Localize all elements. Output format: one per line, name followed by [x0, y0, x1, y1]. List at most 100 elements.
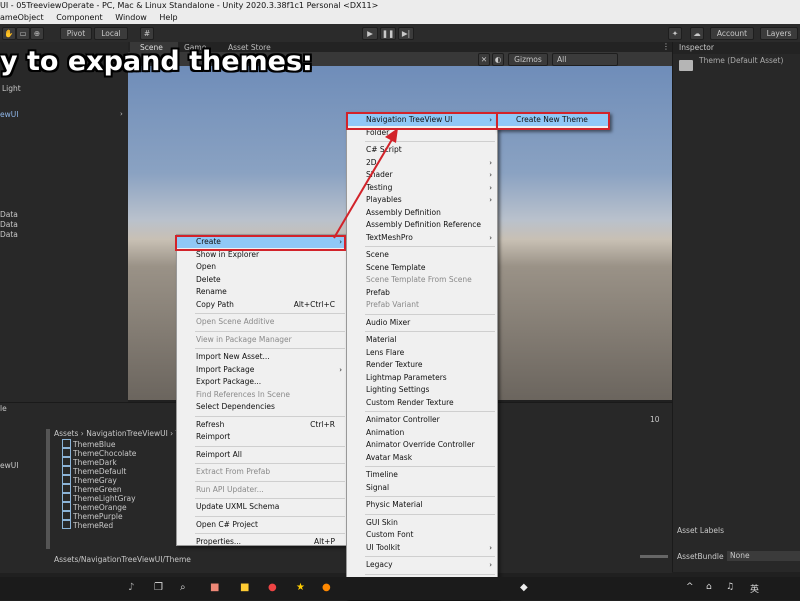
menu-item[interactable]: C# Script — [347, 144, 497, 156]
menu-item[interactable]: 2D › — [347, 157, 497, 169]
menu-item[interactable]: Refresh Ctrl+R — [177, 419, 347, 431]
volume-icon[interactable]: ♫ — [726, 582, 734, 592]
menu-item-label: Rename — [196, 287, 227, 296]
draw-mode-icon[interactable]: ◐ — [492, 53, 504, 66]
menu-help[interactable]: Help — [159, 13, 177, 22]
firefox-icon[interactable]: ● — [322, 582, 331, 593]
more-options-icon[interactable]: ⋮ — [662, 42, 670, 51]
menu-item[interactable]: Assembly Definition — [347, 207, 497, 219]
project-scrollbar[interactable] — [46, 429, 50, 549]
step-icon[interactable]: ▶| — [398, 27, 414, 40]
scene-search-input[interactable]: All — [552, 53, 618, 66]
menu-item[interactable]: Properties... Alt+P — [177, 536, 347, 548]
hierarchy-item[interactable]: ewUI — [0, 110, 18, 119]
microphone-icon[interactable]: ♪ — [128, 582, 134, 593]
hierarchy-item[interactable]: Light — [2, 84, 21, 93]
menu-item[interactable]: Reimport — [177, 431, 347, 443]
collab-icon[interactable]: ✦ — [668, 27, 682, 40]
menu-item[interactable]: GUI Skin — [347, 517, 497, 529]
menu-item[interactable]: Testing › — [347, 182, 497, 194]
hierarchy-item[interactable]: Data — [0, 220, 18, 229]
menu-item[interactable]: Copy Path Alt+Ctrl+C — [177, 299, 347, 311]
hand-tool-icon[interactable]: ✋ — [2, 27, 16, 40]
menu-item[interactable]: Open — [177, 261, 347, 273]
grid-snap-icon[interactable]: # — [140, 27, 154, 40]
pause-icon[interactable]: ❚❚ — [380, 27, 396, 40]
menu-window[interactable]: Window — [115, 13, 147, 22]
hierarchy-item[interactable]: Data — [0, 210, 18, 219]
menu-item[interactable]: Prefab — [347, 287, 497, 299]
menu-item[interactable]: Rename — [177, 286, 347, 298]
menu-item-label: Physic Material — [366, 500, 423, 509]
asset-bundle-dropdown[interactable]: None — [727, 551, 800, 561]
menu-item[interactable]: Playables › — [347, 194, 497, 206]
menu-item[interactable]: Audio Mixer — [347, 317, 497, 329]
app-icon[interactable]: ■ — [210, 582, 219, 593]
project-tab[interactable]: le — [0, 404, 7, 413]
breadcrumb-item[interactable]: NavigationTreeViewUI — [86, 429, 168, 438]
layers-dropdown[interactable]: Layers — [760, 27, 798, 40]
hierarchy-item[interactable]: Data — [0, 230, 18, 239]
menu-item[interactable]: Export Package... — [177, 376, 347, 388]
menu-item[interactable]: Delete — [177, 274, 347, 286]
menu-item[interactable]: Update UXML Schema — [177, 501, 347, 513]
menu-gameobject[interactable]: ameObject — [0, 13, 44, 22]
menu-item[interactable]: Custom Font — [347, 529, 497, 541]
menu-item[interactable]: Timeline — [347, 469, 497, 481]
menu-item[interactable]: Material — [347, 334, 497, 346]
account-dropdown[interactable]: Account — [710, 27, 754, 40]
tab-inspector[interactable]: Inspector — [679, 43, 714, 52]
zoom-slider[interactable] — [640, 555, 668, 558]
menu-item-label: Testing — [366, 182, 393, 192]
menu-item[interactable]: Custom Render Texture — [347, 397, 497, 409]
menu-item-label: Shader — [366, 170, 393, 179]
menu-item[interactable]: Select Dependencies — [177, 401, 347, 413]
pivot-button[interactable]: Pivot — [60, 27, 92, 40]
menu-item[interactable]: Lightmap Parameters — [347, 372, 497, 384]
task-view-icon[interactable]: ❐ — [154, 582, 163, 593]
menu-item[interactable]: Assembly Definition Reference — [347, 219, 497, 231]
menu-item[interactable]: Scene — [347, 249, 497, 261]
app-icon[interactable]: ■ — [240, 582, 249, 593]
menu-item[interactable]: Scene Template — [347, 262, 497, 274]
menu-item[interactable]: Open C# Project — [177, 519, 347, 531]
play-icon[interactable]: ▶ — [362, 27, 378, 40]
menu-item[interactable]: Signal — [347, 482, 497, 494]
menu-item[interactable]: TextMeshPro › — [347, 232, 497, 244]
menu-item[interactable]: Reimport All — [177, 449, 347, 461]
list-item[interactable]: ThemeRed — [62, 520, 113, 530]
project-folder-item[interactable]: ewUI — [0, 461, 18, 470]
ime-indicator[interactable]: 英 — [750, 582, 759, 595]
gizmos-dropdown[interactable]: Gizmos — [508, 53, 548, 66]
chevron-up-icon[interactable]: ^ — [686, 582, 694, 592]
local-button[interactable]: Local — [94, 27, 128, 40]
menu-item[interactable]: Import New Asset... — [177, 351, 347, 363]
menu-item[interactable]: Legacy › — [347, 559, 497, 571]
breadcrumb-item[interactable]: Assets — [54, 429, 78, 438]
menu-item[interactable]: Render Texture — [347, 359, 497, 371]
menu-item[interactable]: Physic Material — [347, 499, 497, 511]
menu-item[interactable]: Animation — [347, 427, 497, 439]
menu-item[interactable]: Animator Controller — [347, 414, 497, 426]
menu-item[interactable]: Shader › — [347, 169, 497, 181]
menu-item[interactable]: Lens Flare — [347, 347, 497, 359]
rect-tool-icon[interactable]: ▭ — [16, 27, 30, 40]
star-icon[interactable]: ★ — [296, 582, 305, 593]
menu-item[interactable]: Import Package › — [177, 364, 347, 376]
menu-component[interactable]: Component — [56, 13, 102, 22]
unity-icon[interactable]: ◆ — [520, 582, 528, 593]
transform-tool-icon[interactable]: ⊕ — [30, 27, 44, 40]
tools-icon[interactable]: ✕ — [478, 53, 490, 66]
menu-item: Find References In Scene — [177, 389, 347, 401]
menu-item[interactable]: Avatar Mask — [347, 452, 497, 464]
menu-item[interactable]: Lighting Settings — [347, 384, 497, 396]
menu-item[interactable]: Animator Override Controller — [347, 439, 497, 451]
theme-asset-icon — [62, 511, 71, 520]
menu-item-label: Assembly Definition — [366, 207, 441, 217]
menu-item[interactable]: UI Toolkit › — [347, 542, 497, 554]
search-icon[interactable]: ⌕ — [180, 582, 186, 593]
chevron-right-icon[interactable]: › — [120, 110, 123, 118]
cloud-icon[interactable]: ☁ — [690, 27, 704, 40]
network-icon[interactable]: ⌂ — [706, 582, 712, 592]
chrome-icon[interactable]: ● — [268, 582, 277, 593]
